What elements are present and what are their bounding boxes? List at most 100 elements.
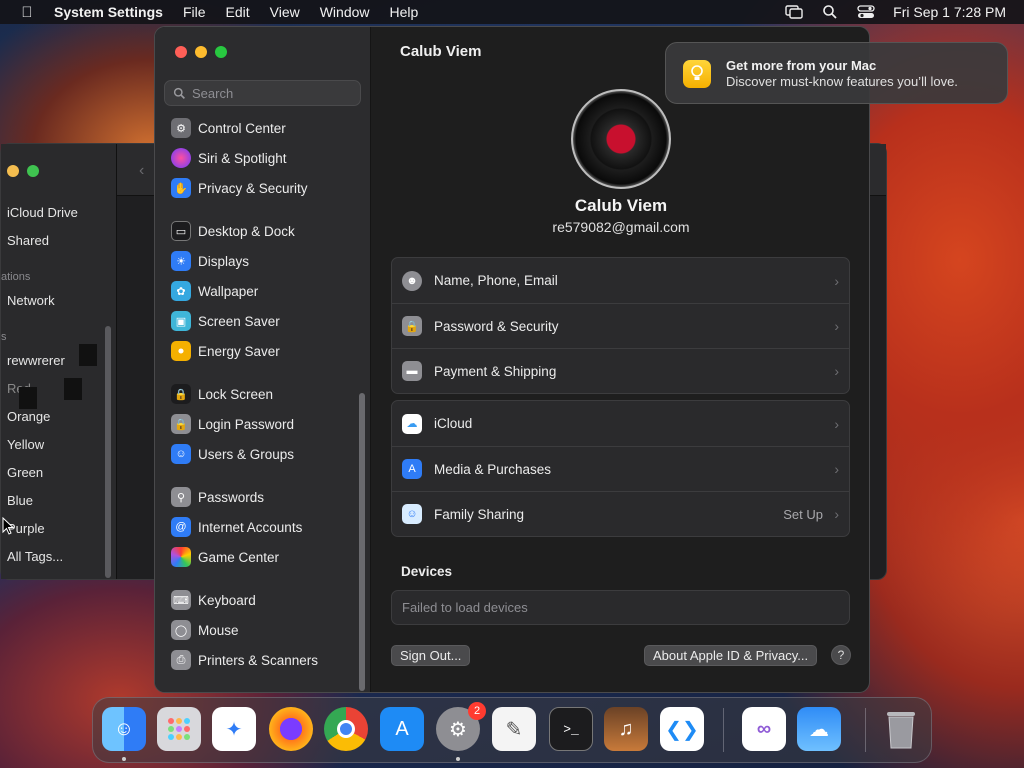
avatar[interactable] [571,89,671,189]
mouse-cursor-icon [2,517,14,535]
set-up-link[interactable]: Set Up [783,507,823,522]
person-icon: ☻ [402,270,422,291]
launchpad-icon[interactable] [157,707,201,751]
sidebar-item-label: Login Password [198,416,295,432]
row-media-purchases[interactable]: A Media & Purchases › [392,446,849,491]
siri-icon [171,148,191,168]
zoom-button[interactable] [215,46,227,58]
sidebar-item-wallpaper[interactable]: ✿ Wallpaper [171,279,258,303]
about-apple-id-button[interactable]: About Apple ID & Privacy... [644,645,818,666]
sidebar-item-label: Screen Saver [198,313,280,329]
sidebar-item-printers-scanners[interactable]: ⎙ Printers & Scanners [171,648,318,672]
help-button[interactable]: ? [831,645,851,665]
close-button[interactable] [175,46,187,58]
sidebar-item-energy-saver[interactable]: ⚫ Energy Saver [171,339,280,363]
sidebar-item-mouse[interactable]: ◯ Mouse [171,618,239,642]
sidebar-item-desktop-dock[interactable]: ▭ Desktop & Dock [171,219,295,243]
user-email: re579082@gmail.com [552,219,690,235]
trash-icon[interactable] [879,707,923,751]
sidebar-item-label: Control Center [198,120,286,136]
visual-studio-icon[interactable]: ∞ [742,707,786,751]
finder-all-tags[interactable]: All Tags... [7,549,63,564]
textedit-icon[interactable]: ✎ [492,707,536,751]
sidebar-item-label: Mouse [198,622,239,638]
sidebar-item-siri-spotlight[interactable]: Siri & Spotlight [171,146,287,170]
chevron-right-icon: › [834,272,839,289]
finder-item-shared[interactable]: Shared [7,233,49,248]
game-center-icon [171,547,191,567]
row-family-sharing[interactable]: ☺ Family Sharing Set Up › [392,491,849,536]
menu-help[interactable]: Help [380,4,429,20]
control-center-icon[interactable] [857,5,875,19]
finder-item-icloud-drive[interactable]: iCloud Drive [7,205,78,220]
menu-edit[interactable]: Edit [216,4,260,20]
menu-clock[interactable]: Fri Sep 1 7:28 PM [893,4,1006,20]
cloud-icon: ☁ [402,413,422,434]
finder-tag-orange[interactable]: Orange [7,409,50,424]
row-name-phone-email[interactable]: ☻ Name, Phone, Email › [392,258,849,303]
firefox-icon[interactable] [269,707,313,751]
settings-sidebar: ⚙ Control Center Siri & Spotlight ✋ Priv… [155,27,371,692]
menu-window[interactable]: Window [310,4,380,20]
sidebar-item-keyboard[interactable]: ⌨ Keyboard [171,588,256,612]
spotlight-search-icon[interactable] [821,5,839,19]
weather-icon[interactable]: ☁ [797,707,841,751]
sidebar-item-label: Wallpaper [198,283,259,299]
finder-section-locations: ations [1,271,31,283]
screen-mirroring-icon[interactable] [785,5,803,19]
row-password-security[interactable]: 🔒 Password & Security › [392,303,849,348]
apple-menu-icon[interactable]:  [0,4,54,21]
finder-item-network[interactable]: Network [7,293,55,308]
sidebar-item-control-center[interactable]: ⚙ Control Center [171,117,286,140]
garageband-icon[interactable]: ♫ [604,707,648,751]
terminal-icon[interactable]: >_ [549,707,593,751]
mouse-icon: ◯ [171,620,191,640]
sidebar-item-internet-accounts[interactable]: @ Internet Accounts [171,515,302,539]
notification-banner[interactable]: Get more from your Mac Discover must-kno… [665,42,1008,104]
sidebar-item-login-password[interactable]: 🔒 Login Password [171,412,294,436]
safari-icon[interactable]: ✦ [212,707,256,751]
finder-tag-blue[interactable]: Blue [7,493,33,508]
minimize-button[interactable] [7,165,19,177]
sidebar-scrollbar[interactable] [359,393,365,691]
row-icloud[interactable]: ☁ iCloud › [392,401,849,446]
row-label: Family Sharing [434,506,525,522]
sidebar-item-label: Users & Groups [198,446,295,462]
menu-file[interactable]: File [173,4,216,20]
row-label: iCloud [434,416,473,431]
sidebar-item-displays[interactable]: ☀ Displays [171,249,249,273]
minimize-button[interactable] [195,46,207,58]
notification-badge: 2 [468,702,486,720]
vscode-icon[interactable]: ❮❯ [660,707,704,751]
menu-bar:  System Settings File Edit View Window … [0,0,1024,24]
zoom-button[interactable] [27,165,39,177]
row-label: Payment & Shipping [434,363,557,379]
back-chevron-icon[interactable]: ‹ [139,162,144,180]
search-input[interactable] [192,85,352,101]
menu-view[interactable]: View [260,4,310,20]
app-store-icon[interactable]: A [380,707,424,751]
finder-tag-green[interactable]: Green [7,465,43,480]
user-name: Calub Viem [574,196,668,215]
sidebar-item-screen-saver[interactable]: ▣ Screen Saver [171,309,280,333]
sidebar-item-privacy-security[interactable]: ✋ Privacy & Security [171,176,308,200]
users-icon: ☺ [171,444,191,464]
chevron-right-icon: › [834,363,839,379]
sidebar-item-passwords[interactable]: ⚲ Passwords [171,485,264,509]
finder-tag-yellow[interactable]: Yellow [7,437,44,452]
sidebar-item-lock-screen[interactable]: 🔒 Lock Screen [171,382,273,406]
search-field[interactable] [164,80,361,106]
redacted-box [79,344,97,366]
finder-icon[interactable]: ☺ [102,707,146,751]
sign-out-button[interactable]: Sign Out... [391,645,471,666]
system-settings-icon[interactable]: ⚙ 2 [436,702,486,751]
chevron-right-icon: › [834,461,839,477]
finder-tag-rewwrerer[interactable]: rewwrerer [7,353,65,368]
row-label: Name, Phone, Email [434,273,558,288]
menu-app-name[interactable]: System Settings [54,4,173,20]
sidebar-item-game-center[interactable]: Game Center [171,545,279,569]
row-payment-shipping[interactable]: ▬ Payment & Shipping › [392,348,849,393]
finder-scrollbar[interactable] [105,326,111,578]
sidebar-item-users-groups[interactable]: ☺ Users & Groups [171,442,294,466]
chrome-icon[interactable] [324,707,368,751]
